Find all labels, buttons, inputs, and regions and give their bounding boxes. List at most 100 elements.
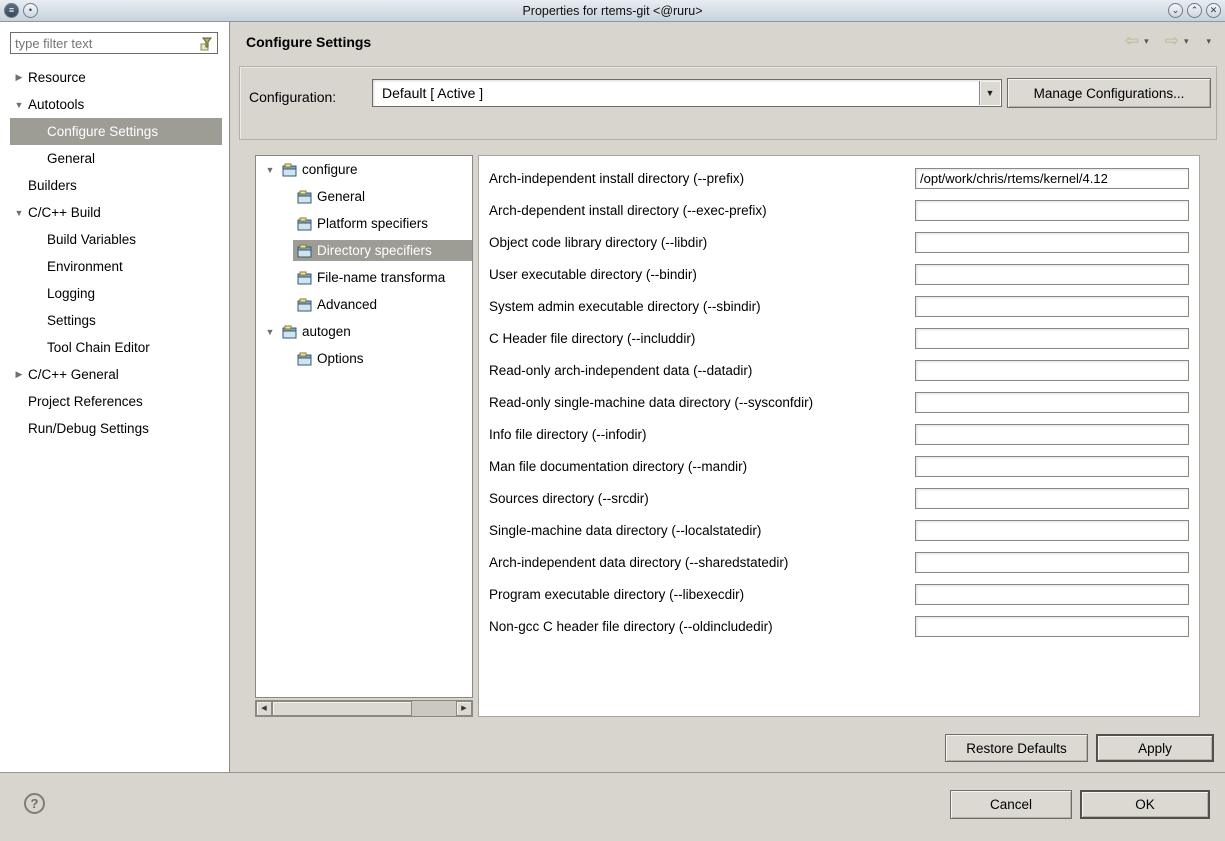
srcdir-input[interactable]: [915, 488, 1189, 509]
close-icon[interactable]: ✕: [1206, 3, 1221, 18]
form-row: C Header file directory (--includdir): [489, 322, 1189, 354]
form-row: User executable directory (--bindir): [489, 258, 1189, 290]
sidebar-item-label: Settings: [47, 313, 96, 328]
field-label: Arch-independent install directory (--pr…: [489, 171, 915, 186]
bindir-input[interactable]: [915, 264, 1189, 285]
sidebar-item-project-references[interactable]: Project References: [10, 388, 222, 415]
tree-item-label: configure: [302, 162, 358, 177]
help-icon[interactable]: ?: [24, 793, 45, 814]
field-label: Non-gcc C header file directory (--oldin…: [489, 619, 915, 634]
forward-dropdown-icon[interactable]: ▾: [1182, 36, 1191, 47]
main-panel: Configure Settings ⇦ ▾ ⇨ ▾ ▾ Configurati…: [231, 22, 1225, 772]
form-row: Arch-independent install directory (--pr…: [489, 162, 1189, 194]
minimize-icon[interactable]: ⌄: [1168, 3, 1183, 18]
sbindir-input[interactable]: [915, 296, 1189, 317]
back-dropdown-icon[interactable]: ▾: [1142, 36, 1151, 47]
chevron-down-icon[interactable]: ▼: [262, 327, 278, 337]
category-icon: [297, 271, 312, 285]
sidebar-item-logging[interactable]: Logging: [10, 280, 222, 307]
sidebar-item-builders[interactable]: Builders: [10, 172, 222, 199]
sidebar-item-general[interactable]: General: [10, 145, 222, 172]
tree-item-label: General: [317, 189, 365, 204]
manage-configurations-button[interactable]: Manage Configurations...: [1007, 78, 1211, 108]
view-menu-icon[interactable]: ▾: [1204, 36, 1213, 47]
ok-button[interactable]: OK: [1080, 790, 1210, 819]
field-label: Single-machine data directory (--localst…: [489, 523, 915, 538]
scrollbar-thumb[interactable]: [272, 701, 412, 716]
tree-item-directory-specifiers[interactable]: Directory specifiers: [256, 237, 472, 264]
chevron-down-icon[interactable]: ▼: [262, 165, 278, 175]
apply-button[interactable]: Apply: [1096, 734, 1214, 762]
tree-item-configure[interactable]: ▼ configure: [256, 156, 472, 183]
chevron-down-icon[interactable]: ▼: [10, 100, 28, 110]
scroll-right-icon[interactable]: ▶: [456, 701, 472, 716]
sidebar-item-cpp-general[interactable]: ▶ C/C++ General: [10, 361, 222, 388]
form-row: System admin executable directory (--sbi…: [489, 290, 1189, 322]
includdir-input[interactable]: [915, 328, 1189, 349]
sidebar-item-run-debug-settings[interactable]: Run/Debug Settings: [10, 415, 222, 442]
sidebar-item-label: Logging: [47, 286, 95, 301]
forward-icon[interactable]: ⇨: [1165, 31, 1179, 51]
sysconfdir-input[interactable]: [915, 392, 1189, 413]
sidebar-item-build-variables[interactable]: Build Variables: [10, 226, 222, 253]
datadir-input[interactable]: [915, 360, 1189, 381]
chevron-down-icon[interactable]: ▼: [10, 208, 28, 218]
titlebar[interactable]: Properties for rtems-git <@ruru> ≡ • ⌄ ⌃…: [0, 0, 1225, 22]
chevron-right-icon[interactable]: ▶: [10, 369, 28, 380]
sidebar-item-label: Builders: [28, 178, 77, 193]
libdir-input[interactable]: [915, 232, 1189, 253]
maximize-icon[interactable]: ⌃: [1187, 3, 1202, 18]
prefix-input[interactable]: [915, 168, 1189, 189]
libexecdir-input[interactable]: [915, 584, 1189, 605]
back-icon[interactable]: ⇦: [1125, 31, 1139, 51]
sidebar-item-label: C/C++ Build: [28, 205, 101, 220]
form-row: Non-gcc C header file directory (--oldin…: [489, 610, 1189, 642]
sidebar-item-cpp-build[interactable]: ▼ C/C++ Build: [10, 199, 222, 226]
sidebar-item-label: Configure Settings: [47, 124, 158, 139]
tree-item-platform-specifiers[interactable]: Platform specifiers: [256, 210, 472, 237]
tree-item-file-name-transformations[interactable]: File-name transforma: [256, 264, 472, 291]
field-label: User executable directory (--bindir): [489, 267, 915, 282]
tree-item-general[interactable]: General: [256, 183, 472, 210]
sidebar-item-label: Project References: [28, 394, 143, 409]
category-icon: [282, 325, 297, 339]
sidebar-item-environment[interactable]: Environment: [10, 253, 222, 280]
tree-item-label: File-name transforma: [317, 270, 445, 285]
horizontal-scrollbar[interactable]: ◀ ▶: [255, 700, 473, 717]
page-header: Configure Settings ⇦ ▾ ⇨ ▾ ▾: [231, 22, 1225, 62]
sidebar-item-configure-settings[interactable]: Configure Settings: [10, 118, 222, 145]
tree-item-label: Advanced: [317, 297, 377, 312]
configuration-value: Default [ Active ]: [382, 85, 483, 101]
sidebar-item-tool-chain-editor[interactable]: Tool Chain Editor: [10, 334, 222, 361]
cancel-button[interactable]: Cancel: [950, 790, 1072, 819]
window-menu-icon[interactable]: ≡: [4, 3, 19, 18]
sidebar-item-label: Autotools: [28, 97, 84, 112]
pin-icon[interactable]: •: [23, 3, 38, 18]
restore-defaults-button[interactable]: Restore Defaults: [945, 734, 1088, 762]
mandir-input[interactable]: [915, 456, 1189, 477]
chevron-right-icon[interactable]: ▶: [10, 72, 28, 83]
tree-item-advanced[interactable]: Advanced: [256, 291, 472, 318]
scrollbar-track[interactable]: [412, 701, 456, 716]
tree-item-autogen[interactable]: ▼ autogen: [256, 318, 472, 345]
filter-icon[interactable]: [199, 35, 215, 51]
sidebar-item-autotools[interactable]: ▼ Autotools: [10, 91, 222, 118]
filter-input[interactable]: [11, 34, 199, 52]
sharedstatedir-input[interactable]: [915, 552, 1189, 573]
sidebar-item-label: Run/Debug Settings: [28, 421, 149, 436]
sidebar-item-label: Tool Chain Editor: [47, 340, 150, 355]
scroll-left-icon[interactable]: ◀: [256, 701, 272, 716]
combo-arrow-icon[interactable]: ▼: [979, 81, 1000, 105]
localstatedir-input[interactable]: [915, 520, 1189, 541]
configuration-combo[interactable]: Default [ Active ] ▼: [372, 79, 1002, 107]
filter-box[interactable]: [10, 32, 218, 54]
window-title: Properties for rtems-git <@ruru>: [0, 4, 1225, 18]
form-row: Program executable directory (--libexecd…: [489, 578, 1189, 610]
sidebar-item-label: C/C++ General: [28, 367, 119, 382]
sidebar-item-settings[interactable]: Settings: [10, 307, 222, 334]
sidebar-item-resource[interactable]: ▶ Resource: [10, 64, 222, 91]
tree-item-options[interactable]: Options: [256, 345, 472, 372]
exec-prefix-input[interactable]: [915, 200, 1189, 221]
infodir-input[interactable]: [915, 424, 1189, 445]
oldincludedir-input[interactable]: [915, 616, 1189, 637]
